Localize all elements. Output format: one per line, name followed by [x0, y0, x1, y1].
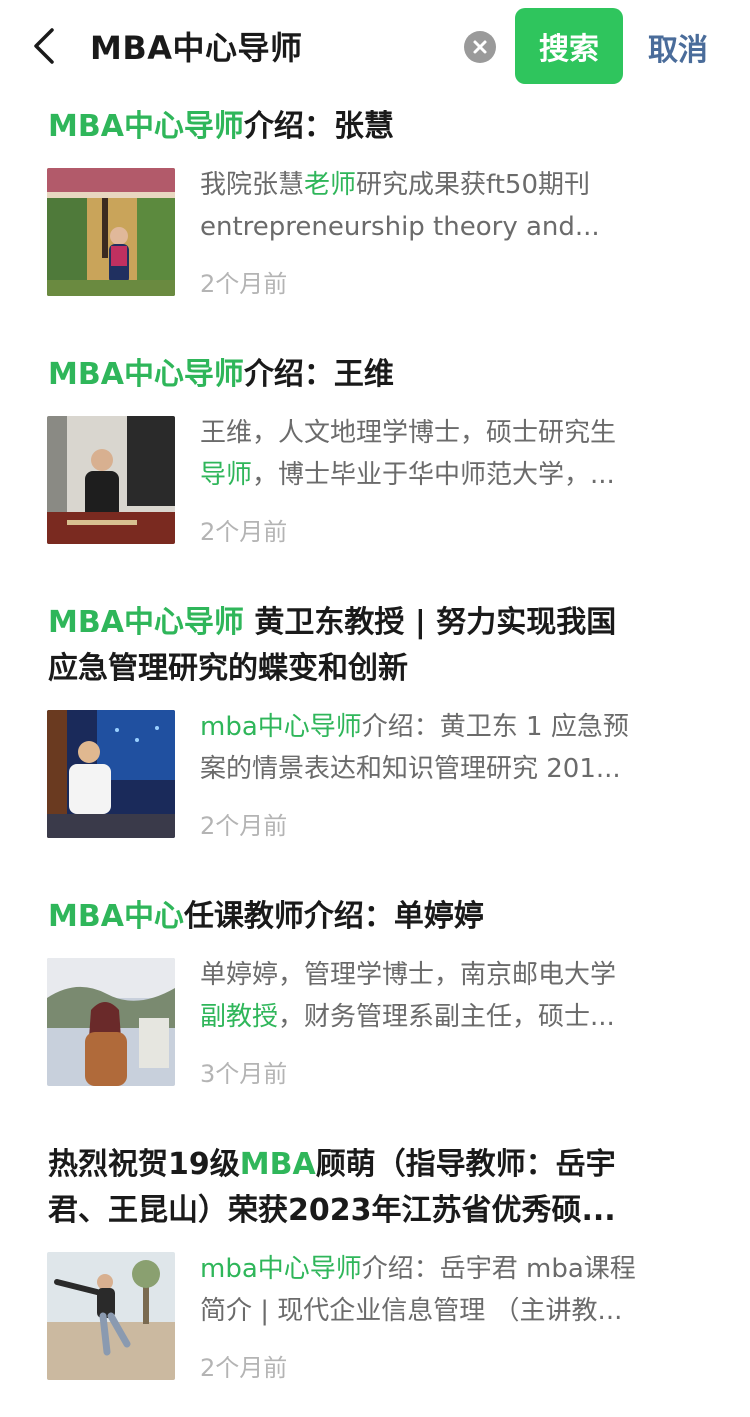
result-title-line: 热烈祝贺19级MBA顾萌（指导教师：岳宇	[48, 1142, 708, 1188]
snippet-text: 我院张慧	[200, 170, 305, 200]
snippet-line: mba中心导师介绍：岳宇君 mba课程	[200, 1248, 700, 1290]
title-text: 应急管理研究的蝶变和创新	[48, 651, 408, 686]
result-time: 2个月前	[200, 812, 288, 840]
snippet-text: 单婷婷，管理学博士，南京邮电大学	[200, 960, 617, 990]
snippet-line: 导师，博士毕业于华中师范大学，...	[200, 454, 700, 496]
result-title-line: 君、王昆山）荣获2023年江苏省优秀硕...	[48, 1188, 708, 1234]
search-input[interactable]: MBA中心导师	[90, 18, 500, 74]
snippet-highlight: mba中心导师	[200, 1254, 362, 1284]
search-query-text: MBA中心导师	[90, 29, 303, 67]
result-title: MBA中心导师介绍：张慧	[48, 104, 708, 150]
snippet-line: 简介 | 现代企业信息管理 （主讲教...	[200, 1290, 700, 1332]
result-thumbnail	[47, 416, 175, 544]
title-highlight: MBA	[239, 1147, 316, 1182]
snippet-line: 案的情景表达和知识管理研究 201...	[200, 748, 700, 790]
result-title-line: MBA中心导师 黄卫东教授 | 努力实现我国	[48, 600, 708, 646]
snippet-highlight: 副教授	[200, 1002, 279, 1032]
snippet-line: mba中心导师介绍：黄卫东 1 应急预	[200, 706, 700, 748]
search-header: MBA中心导师 搜索 取消	[0, 0, 750, 92]
result-snippet: mba中心导师介绍：黄卫东 1 应急预 案的情景表达和知识管理研究 201...	[200, 706, 700, 790]
result-title: MBA中心导师介绍：王维	[48, 352, 708, 398]
snippet-line: entrepreneurship theory and...	[200, 206, 700, 248]
result-title-line: MBA中心导师介绍：王维	[48, 352, 708, 398]
title-text: 介绍：张慧	[243, 109, 394, 144]
result-title: MBA中心导师 黄卫东教授 | 努力实现我国 应急管理研究的蝶变和创新	[48, 600, 708, 692]
snippet-line: 王维，人文地理学博士，硕士研究生	[200, 412, 700, 454]
snippet-text: entrepreneurship theory and...	[200, 212, 600, 242]
snippet-text: 研究成果获ft50期刊	[356, 170, 591, 200]
snippet-text: ，博士毕业于华中师范大学，...	[252, 460, 615, 490]
search-submit-button[interactable]: 搜索	[515, 8, 623, 84]
snippet-text: 简介 | 现代企业信息管理 （主讲教...	[200, 1296, 623, 1326]
snippet-text: 介绍：岳宇君 mba课程	[361, 1254, 636, 1284]
snippet-line: 单婷婷，管理学博士，南京邮电大学	[200, 954, 700, 996]
snippet-text: ，财务管理系副主任，硕士...	[278, 1002, 615, 1032]
snippet-highlight: 导师	[200, 460, 253, 490]
result-thumbnail	[47, 958, 175, 1086]
snippet-line: 副教授，财务管理系副主任，硕士...	[200, 996, 700, 1038]
result-snippet: mba中心导师介绍：岳宇君 mba课程 简介 | 现代企业信息管理 （主讲教..…	[200, 1248, 700, 1332]
result-title: MBA中心任课教师介绍：单婷婷	[48, 894, 708, 940]
title-highlight: MBA中心	[48, 899, 184, 934]
title-text: 黄卫东教授 | 努力实现我国	[243, 605, 617, 640]
close-icon	[473, 40, 487, 54]
chevron-left-icon	[34, 28, 54, 64]
result-snippet: 单婷婷，管理学博士，南京邮电大学 副教授，财务管理系副主任，硕士...	[200, 954, 700, 1038]
snippet-text: 案的情景表达和知识管理研究 201...	[200, 754, 621, 784]
title-text: 顾萌（指导教师：岳宇	[315, 1147, 616, 1182]
title-text: 君、王昆山）荣获2023年江苏省优秀硕...	[48, 1193, 616, 1228]
photo-man-jumping-icon	[47, 1252, 175, 1380]
snippet-line: 我院张慧老师研究成果获ft50期刊	[200, 164, 700, 206]
photo-man-lectern-icon	[47, 416, 175, 544]
result-time: 2个月前	[200, 270, 288, 298]
result-title-line: MBA中心导师介绍：张慧	[48, 104, 708, 150]
snippet-text: 王维，人文地理学博士，硕士研究生	[200, 418, 617, 448]
result-title-line: MBA中心任课教师介绍：单婷婷	[48, 894, 708, 940]
result-snippet: 王维，人文地理学博士，硕士研究生 导师，博士毕业于华中师范大学，...	[200, 412, 700, 496]
title-text: 介绍：王维	[243, 357, 394, 392]
title-highlight: MBA中心导师	[48, 357, 244, 392]
snippet-highlight: mba中心导师	[200, 712, 362, 742]
result-thumbnail	[47, 168, 175, 296]
clear-search-button[interactable]	[464, 31, 496, 63]
cancel-button[interactable]: 取消	[648, 25, 708, 69]
title-text: 任课教师介绍：单婷婷	[183, 899, 484, 934]
title-text: 热烈祝贺19级	[48, 1147, 240, 1182]
result-title-line: 应急管理研究的蝶变和创新	[48, 646, 708, 692]
result-time: 3个月前	[200, 1060, 288, 1088]
result-thumbnail	[47, 710, 175, 838]
result-title: 热烈祝贺19级MBA顾萌（指导教师：岳宇 君、王昆山）荣获2023年江苏省优秀硕…	[48, 1142, 708, 1234]
title-highlight: MBA中心导师	[48, 605, 244, 640]
result-thumbnail	[47, 1252, 175, 1380]
photo-woman-garden-icon	[47, 168, 175, 296]
result-time: 2个月前	[200, 1354, 288, 1382]
snippet-text: 介绍：黄卫东 1 应急预	[361, 712, 629, 742]
title-highlight: MBA中心导师	[48, 109, 244, 144]
back-button[interactable]	[28, 26, 62, 66]
snippet-highlight: 老师	[304, 170, 357, 200]
result-snippet: 我院张慧老师研究成果获ft50期刊 entrepreneurship theor…	[200, 164, 700, 248]
photo-woman-outdoor-icon	[47, 958, 175, 1086]
result-time: 2个月前	[200, 518, 288, 546]
photo-man-conference-icon	[47, 710, 175, 838]
